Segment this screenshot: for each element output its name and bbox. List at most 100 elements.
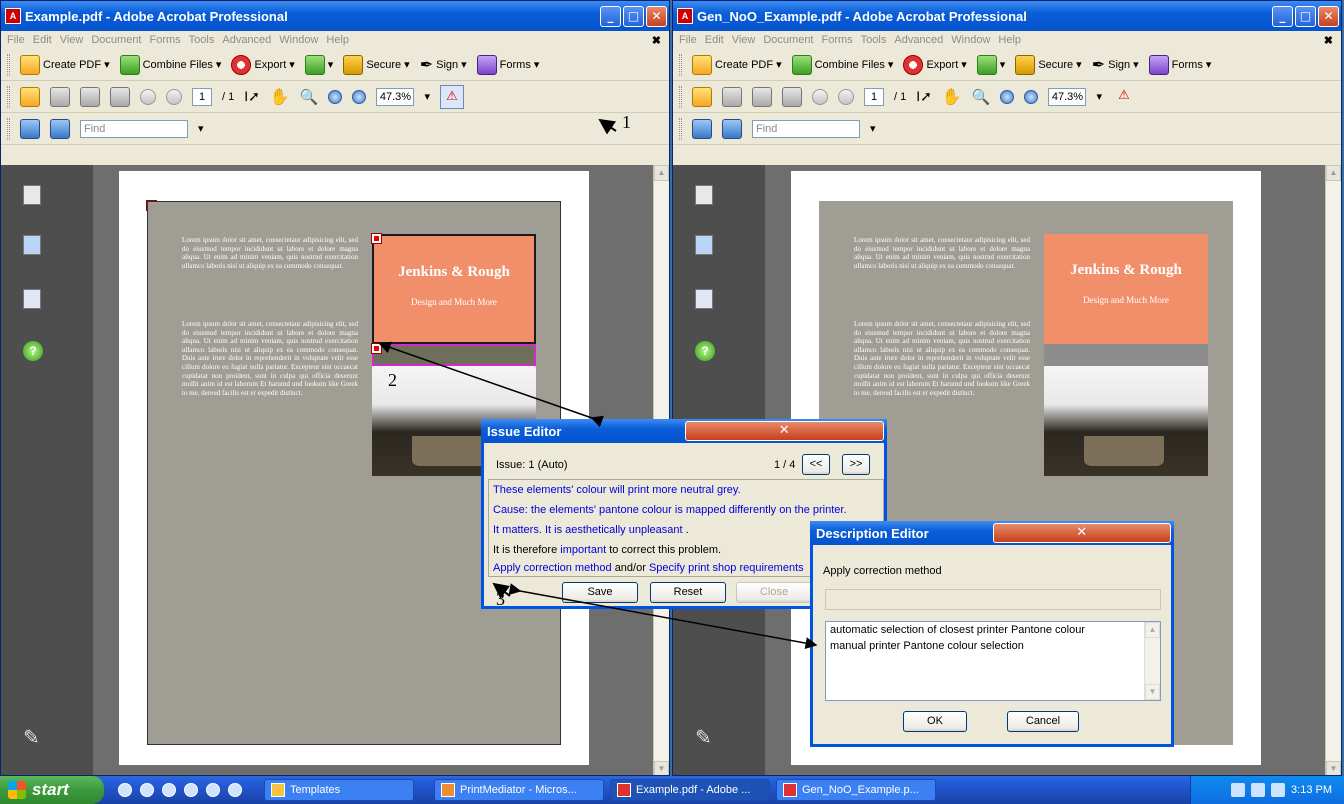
description-text-field[interactable]: [825, 589, 1161, 610]
close-button[interactable]: ✕: [646, 5, 667, 27]
menu-document[interactable]: Document: [763, 34, 813, 46]
menu-forms[interactable]: Forms: [822, 34, 853, 46]
menu-tools[interactable]: Tools: [189, 34, 215, 46]
issue-reason-link[interactable]: It is aesthetically unpleasant: [545, 524, 683, 536]
bookmarks-icon[interactable]: [695, 235, 713, 255]
scroll-up-icon[interactable]: ▲: [1326, 165, 1341, 181]
firefox-icon[interactable]: [140, 783, 154, 797]
fit-page-icon[interactable]: [722, 118, 742, 139]
next-page-icon[interactable]: [166, 88, 182, 105]
start-button[interactable]: start: [0, 776, 104, 804]
preflight-warning-button[interactable]: ⚠: [1112, 85, 1136, 109]
help-icon[interactable]: ?: [695, 341, 715, 361]
scroll-up-icon[interactable]: ▲: [654, 165, 669, 181]
fit-width-icon[interactable]: [692, 118, 712, 139]
wireless-icon[interactable]: [1251, 783, 1266, 797]
print-shop-requirements-link[interactable]: Specify print shop requirements: [649, 562, 804, 574]
dialog-title-bar[interactable]: Issue Editor ✕: [481, 419, 887, 443]
marquee-zoom-icon[interactable]: 🔍: [972, 88, 991, 106]
find-dropdown-icon[interactable]: ▾: [870, 122, 876, 135]
next-page-icon[interactable]: [838, 88, 854, 105]
email-icon[interactable]: [110, 86, 130, 107]
previous-page-icon[interactable]: [812, 88, 828, 105]
find-dropdown-icon[interactable]: ▾: [198, 122, 204, 135]
pages-icon[interactable]: [695, 185, 713, 205]
ie-icon[interactable]: [118, 783, 132, 797]
dialog-title-bar[interactable]: Description Editor ✕: [810, 521, 1174, 545]
close-button[interactable]: ✕: [1318, 5, 1339, 27]
save-icon[interactable]: [752, 86, 772, 107]
zoom-level-input[interactable]: 47.3%: [376, 87, 415, 106]
clock[interactable]: 3:13 PM: [1291, 784, 1332, 796]
app-icon[interactable]: [206, 783, 220, 797]
print-icon[interactable]: [50, 86, 70, 107]
zoom-in-icon[interactable]: [352, 89, 367, 104]
menu-edit[interactable]: Edit: [705, 34, 724, 46]
title-bar[interactable]: A Example.pdf - Adobe Acrobat Profession…: [1, 1, 669, 31]
issue-matters-link[interactable]: It matters.: [493, 524, 542, 536]
signatures-icon[interactable]: [695, 289, 713, 309]
apply-correction-link[interactable]: Apply correction method: [493, 562, 612, 574]
taskbar-item-templates[interactable]: Templates: [264, 779, 414, 801]
review-button[interactable]: ▾: [304, 54, 333, 75]
close-button[interactable]: Close: [736, 582, 812, 603]
reset-button[interactable]: Reset: [650, 582, 726, 603]
sign-button[interactable]: ✒ Sign ▾: [420, 55, 467, 75]
title-bar[interactable]: A Gen_NoO_Example.pdf - Adobe Acrobat Pr…: [673, 1, 1341, 31]
zoom-in-icon[interactable]: [1024, 89, 1039, 104]
open-folder-icon[interactable]: [692, 86, 712, 107]
secure-button[interactable]: Secure ▾: [1015, 54, 1082, 75]
page-number-input[interactable]: 1: [192, 87, 212, 106]
menu-file[interactable]: File: [679, 34, 697, 46]
pages-icon[interactable]: [23, 185, 41, 205]
menu-help[interactable]: Help: [998, 34, 1021, 46]
list-item[interactable]: automatic selection of closest printer P…: [830, 624, 1085, 636]
export-button[interactable]: Export ▾: [231, 54, 295, 75]
issue-cause-link[interactable]: Cause: the elements' pantone colour is m…: [493, 504, 847, 516]
maximize-button[interactable]: □: [1295, 5, 1316, 27]
open-folder-icon[interactable]: [20, 86, 40, 107]
help-icon[interactable]: [228, 783, 242, 797]
issue-marker[interactable]: [371, 343, 382, 354]
chrome-icon[interactable]: [184, 783, 198, 797]
hand-tool-icon[interactable]: ✋: [942, 87, 962, 107]
select-tool-icon[interactable]: I➚: [916, 88, 932, 105]
issue-effect-link[interactable]: These elements' colour will print more n…: [493, 484, 741, 496]
attachments-icon[interactable]: ✎: [23, 725, 40, 750]
menu-file[interactable]: File: [7, 34, 25, 46]
media-icon[interactable]: [162, 783, 176, 797]
next-issue-button[interactable]: >>: [842, 454, 870, 475]
bookmarks-icon[interactable]: [23, 235, 41, 255]
forms-button[interactable]: Forms ▾: [476, 54, 539, 75]
vertical-scrollbar[interactable]: ▲ ▼: [1325, 165, 1341, 775]
page-number-input[interactable]: 1: [864, 87, 884, 106]
scroll-down-icon[interactable]: ▼: [1326, 761, 1341, 775]
scroll-down-icon[interactable]: ▼: [1145, 684, 1160, 700]
correction-method-list[interactable]: automatic selection of closest printer P…: [825, 621, 1161, 701]
cancel-button[interactable]: Cancel: [1007, 711, 1079, 732]
signatures-icon[interactable]: [23, 289, 41, 309]
attachments-icon[interactable]: ✎: [695, 725, 712, 750]
menu-window[interactable]: Window: [951, 34, 990, 46]
menu-edit[interactable]: Edit: [33, 34, 52, 46]
list-item[interactable]: manual printer Pantone colour selection: [830, 640, 1024, 652]
toolbar-grip[interactable]: [679, 53, 682, 76]
forms-button[interactable]: Forms ▾: [1148, 54, 1211, 75]
find-input[interactable]: Find: [752, 119, 860, 138]
create-pdf-button[interactable]: Create PDF ▾: [20, 54, 110, 75]
zoom-out-icon[interactable]: [328, 89, 343, 104]
menu-tools[interactable]: Tools: [861, 34, 887, 46]
maximize-button[interactable]: □: [623, 5, 644, 27]
list-scrollbar[interactable]: ▲ ▼: [1144, 622, 1160, 700]
email-icon[interactable]: [782, 86, 802, 107]
zoom-out-icon[interactable]: [1000, 89, 1015, 104]
network-icon[interactable]: [1231, 783, 1246, 797]
hand-tool-icon[interactable]: ✋: [270, 87, 290, 107]
preflight-warning-button[interactable]: ⚠: [440, 84, 464, 109]
toolbar-grip[interactable]: [7, 85, 10, 108]
fit-page-icon[interactable]: [50, 118, 70, 139]
help-icon[interactable]: ?: [23, 341, 43, 361]
close-document-icon[interactable]: ✖: [652, 34, 661, 47]
secure-button[interactable]: Secure ▾: [343, 54, 410, 75]
menu-view[interactable]: View: [732, 34, 756, 46]
